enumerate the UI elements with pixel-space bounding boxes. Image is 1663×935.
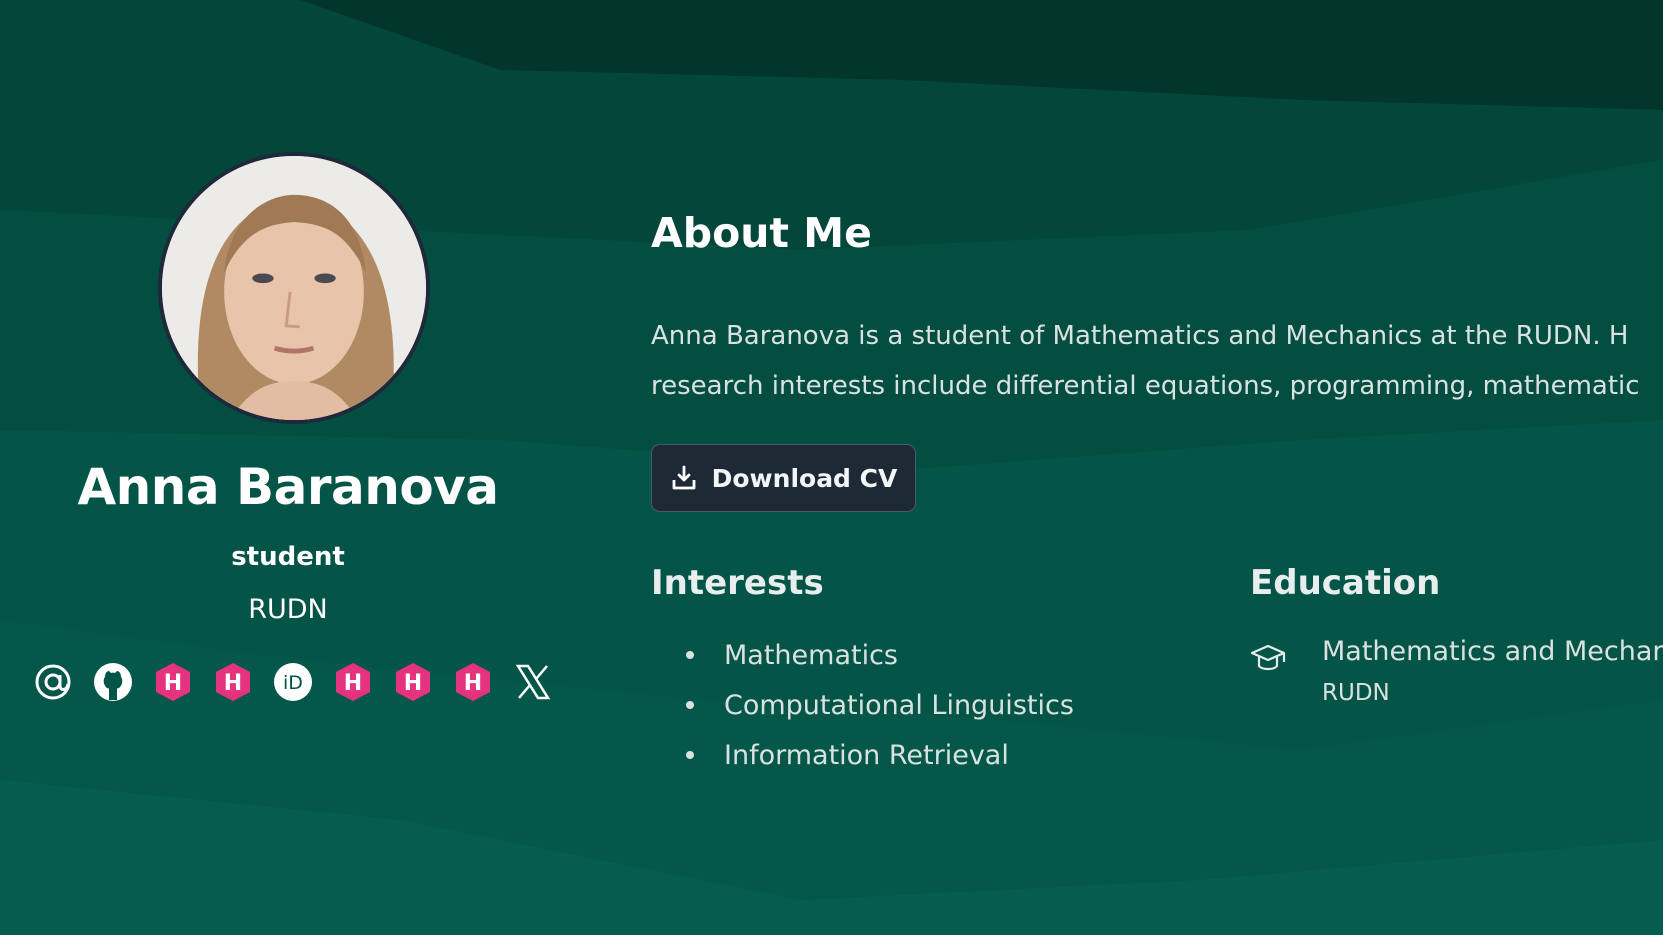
hal-glyph: H	[404, 671, 422, 696]
bullet	[686, 701, 694, 709]
hal-glyph: H	[344, 671, 362, 696]
x-twitter-icon[interactable]	[512, 661, 554, 703]
profile-role: student	[231, 542, 345, 572]
bullet	[686, 651, 694, 659]
download-cv-button[interactable]: Download CV	[651, 444, 916, 512]
education-title: Education	[1250, 563, 1441, 603]
social-links: H H iD H H H	[32, 660, 554, 704]
bio-line-1: Anna Baranova is a student of Mathematic…	[651, 321, 1629, 351]
download-cv-label: Download CV	[711, 463, 898, 493]
list-item: Information Retrieval	[686, 730, 1074, 780]
about-title: About Me	[651, 209, 872, 257]
profile-organization: RUDN	[248, 594, 328, 625]
bullet	[686, 751, 694, 759]
avatar	[158, 152, 430, 424]
hal-glyph: H	[164, 671, 182, 696]
interest-label: Information Retrieval	[724, 739, 1009, 771]
list-item: Mathematics	[686, 630, 1074, 680]
interest-label: Mathematics	[724, 639, 898, 671]
bio-text: Anna Baranova is a student of Mathematic…	[651, 311, 1663, 411]
interests-list: Mathematics Computational Linguistics In…	[686, 630, 1074, 780]
hal-glyph: H	[464, 671, 482, 696]
education-degree: Mathematics and Mechan	[1322, 636, 1663, 667]
bio-line-2: research interests include differential …	[651, 371, 1640, 401]
interest-label: Computational Linguistics	[724, 689, 1074, 721]
graduation-cap-icon	[1250, 640, 1286, 676]
at-email-icon[interactable]	[32, 661, 74, 703]
hal-icon-1[interactable]: H	[152, 661, 194, 703]
profile-name: Anna Baranova	[77, 458, 499, 516]
interests-title: Interests	[651, 563, 824, 603]
hal-icon-5[interactable]: H	[452, 661, 494, 703]
hal-icon-3[interactable]: H	[332, 661, 374, 703]
hal-icon-2[interactable]: H	[212, 661, 254, 703]
profile-page: Anna Baranova student RUDN H H iD H H H …	[0, 0, 1663, 935]
profile-photo	[162, 156, 426, 420]
hal-icon-4[interactable]: H	[392, 661, 434, 703]
download-icon	[672, 465, 696, 490]
list-item: Computational Linguistics	[686, 680, 1074, 730]
github-icon[interactable]	[92, 661, 134, 703]
education-institution: RUDN	[1322, 680, 1390, 706]
orcid-icon[interactable]: iD	[272, 661, 314, 703]
hal-glyph: H	[224, 671, 242, 696]
orcid-glyph: iD	[283, 672, 303, 694]
